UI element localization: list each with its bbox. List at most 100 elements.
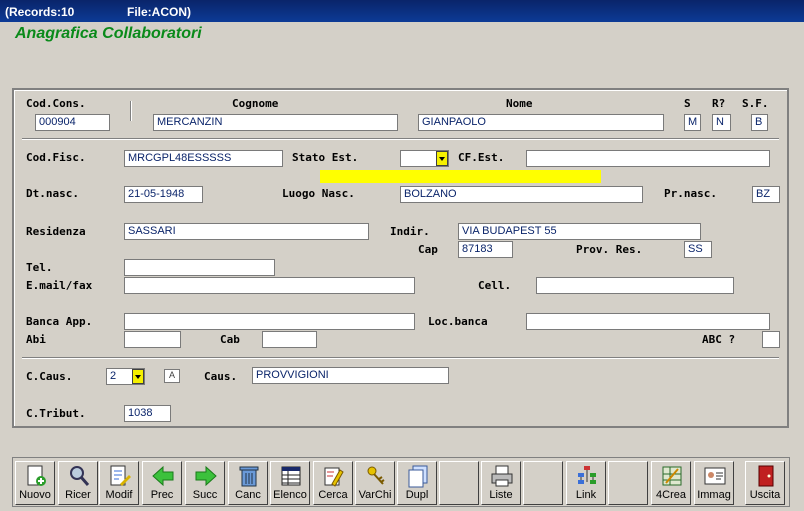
cod-cons-label: Cod.Cons. [26,97,86,110]
immag-label: Immag [697,489,731,501]
prec-button[interactable]: Prec [142,461,182,505]
indir-label: Indir. [390,225,430,238]
c-caus-flag: A [164,369,180,383]
ricer-button[interactable]: Ricer [58,461,98,505]
c-tribut-label: C.Tribut. [26,407,86,420]
s-field[interactable]: M [684,114,701,131]
dt-nasc-field[interactable]: 21-05-1948 [124,186,203,203]
r-field[interactable]: N [712,114,731,131]
search-icon [70,466,90,486]
c-caus-dropdown-icon[interactable] [132,369,144,384]
cap-field[interactable]: 87183 [458,241,513,258]
nome-label: Nome [506,97,533,110]
cod-fisc-field[interactable]: MRCGPL48ESSSSS [124,150,283,167]
list-icon [281,466,301,486]
toolbar-blank-button[interactable] [608,461,648,505]
divider [22,357,779,359]
cerca-label: Cerca [318,489,348,501]
loc-banca-label: Loc.banca [428,315,488,328]
tel-label: Tel. [26,261,53,274]
canc-label: Canc [235,489,261,501]
modif-button[interactable]: Modif [99,461,139,505]
abc-label: ABC ? [702,333,736,346]
ricer-label: Ricer [65,489,91,501]
cap-label: Cap [418,243,438,256]
uscita-button[interactable]: Uscita [745,461,785,505]
tel-field[interactable] [124,259,275,276]
find-icon [324,467,344,487]
c-caus-label: C.Caus. [26,370,73,383]
elenco-label: Elenco [273,489,307,501]
nuovo-button[interactable]: Nuovo [15,461,55,505]
abc-field[interactable] [762,331,780,348]
prov-res-field[interactable]: SS [684,241,712,258]
dt-nasc-label: Dt.nasc. [26,187,79,200]
divider [22,138,779,140]
file-name: File:ACON) [127,5,191,19]
link-button[interactable]: Link [566,461,606,505]
prov-res-label: Prov. Res. [576,243,643,256]
varchi-label: VarChi [358,489,392,501]
pr-nasc-label: Pr.nasc. [664,187,717,200]
dupl-label: Dupl [405,489,429,501]
nome-field[interactable]: GIANPAOLO [418,114,664,131]
sf-label: S.F. [742,97,769,110]
banca-label: Banca App. [26,315,93,328]
separator [130,101,132,121]
arrow-left-icon [152,465,174,487]
luogo-nasc-field[interactable]: BOLZANO [400,186,643,203]
immag-button[interactable]: Immag [694,461,734,505]
cab-label: Cab [220,333,240,346]
crea-button[interactable]: 4Crea [651,461,691,505]
banca-field[interactable] [124,313,415,330]
title-bar: (Records:10 File:ACON) [0,0,804,22]
canc-button[interactable]: Canc [228,461,268,505]
toolbar-blank-button[interactable] [439,461,479,505]
link-icon [578,466,596,484]
liste-label: Liste [489,489,513,501]
stato-est-label: Stato Est. [292,151,359,164]
cf-est-label: CF.Est. [458,151,505,164]
printer-icon [491,465,513,487]
loc-banca-field[interactable] [526,313,770,330]
cell-field[interactable] [536,277,734,294]
dupl-button[interactable]: Dupl [397,461,437,505]
email-field[interactable] [124,277,415,294]
pr-nasc-field[interactable]: BZ [752,186,780,203]
sf-field[interactable]: B [751,114,768,131]
link-label: Link [575,489,597,501]
liste-button[interactable]: Liste [481,461,521,505]
abi-field[interactable] [124,331,181,348]
c-tribut-field[interactable]: 1038 [124,405,171,422]
page-title: Anagrafica Collaboratori [15,25,202,42]
cognome-field[interactable]: MERCANZIN [153,114,398,131]
cell-label: Cell. [478,279,512,292]
cod-fisc-label: Cod.Fisc. [26,151,86,164]
cf-est-field[interactable] [526,150,770,167]
cognome-label: Cognome [232,97,279,110]
s-label: S [684,97,691,110]
edit-icon [110,465,131,486]
varchi-button[interactable]: VarChi [355,461,395,505]
cod-cons-field[interactable]: 000904 [35,114,110,131]
create-icon [662,466,682,486]
cab-field[interactable] [262,331,317,348]
stato-est-dropdown-icon[interactable] [436,151,448,166]
toolbar-blank-button[interactable] [523,461,563,505]
duplicate-icon [408,465,428,488]
trash-icon [239,466,259,487]
prec-label: Prec [150,489,174,501]
succ-label: Succ [192,489,218,501]
elenco-button[interactable]: Elenco [270,461,310,505]
caus-field[interactable]: PROVVIGIONI [252,367,449,384]
succ-button[interactable]: Succ [185,461,225,505]
modif-label: Modif [105,489,133,501]
cerca-button[interactable]: Cerca [313,461,353,505]
caus-label: Caus. [204,370,238,383]
exit-icon [758,465,774,487]
keys-icon [367,466,385,485]
indir-field[interactable]: VIA BUDAPEST 55 [458,223,701,240]
abi-label: Abi [26,333,46,346]
residenza-field[interactable]: SASSARI [124,223,369,240]
stato-est-description [320,170,601,183]
